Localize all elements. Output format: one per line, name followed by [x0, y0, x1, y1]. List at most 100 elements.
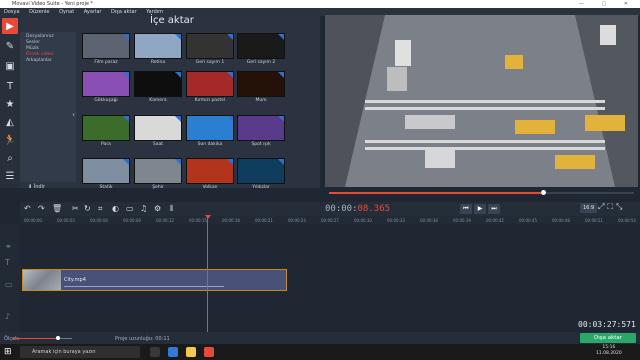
timeline-ruler[interactable]: 00:00:00 00:00:03 00:00:06 00:00:09 00:00:12…	[20, 216, 640, 224]
taskbar-search[interactable]: Aramak için buraya yazın	[20, 346, 140, 358]
undo-icon[interactable]: ↶	[24, 204, 31, 213]
thumbnail-item[interactable]	[237, 115, 285, 141]
transitions-icon[interactable]: ◭	[2, 114, 18, 130]
thumbnail-item[interactable]	[82, 115, 130, 141]
color-adjust-icon[interactable]: ◐	[112, 204, 119, 213]
stickers-icon[interactable]: ★	[2, 96, 18, 112]
explorer-icon[interactable]	[186, 347, 196, 357]
thumbnail-item[interactable]	[186, 71, 234, 97]
menu-file[interactable]: Dosya	[4, 9, 20, 15]
video-track-icon[interactable]: ▭	[5, 280, 13, 289]
add-corner-icon[interactable]	[278, 116, 284, 122]
image-icon[interactable]: ▭	[126, 204, 134, 213]
crop-icon[interactable]: ⌗	[98, 204, 103, 214]
titles-icon[interactable]: T	[2, 78, 18, 94]
taskbar-clock: 15:16 11.08.2020	[596, 345, 622, 357]
add-corner-icon[interactable]	[227, 116, 233, 122]
add-corner-icon[interactable]	[227, 34, 233, 40]
thumbnail-label: Retina	[150, 60, 166, 65]
thumbnail-item[interactable]	[186, 158, 234, 184]
ruler-tick: 00:00:42	[486, 218, 504, 223]
city-preview-image	[325, 15, 638, 187]
thumbnail-item[interactable]	[186, 33, 234, 59]
task-view-icon[interactable]	[150, 347, 160, 357]
ruler-tick: 00:00:24	[288, 218, 306, 223]
rotate-icon[interactable]: ↻	[84, 204, 91, 213]
zoom-fill	[12, 338, 58, 339]
clip-label: City.mp4	[64, 277, 86, 283]
magic-wand-icon[interactable]: ✎	[2, 38, 18, 54]
add-corner-icon[interactable]	[175, 34, 181, 40]
add-corner-icon[interactable]	[175, 116, 181, 122]
add-corner-icon[interactable]	[278, 159, 284, 165]
timecode-main: 00:00:	[325, 204, 358, 214]
thumbnail-item[interactable]	[186, 115, 234, 141]
thumbnail-item[interactable]	[134, 71, 182, 97]
thumbnail-item[interactable]	[237, 158, 285, 184]
add-corner-icon[interactable]	[123, 159, 129, 165]
thumbnail-item[interactable]	[82, 158, 130, 184]
category-item[interactable]: Arkaplanlar	[20, 58, 76, 64]
more-tools-icon[interactable]: ☰	[2, 168, 18, 184]
filters-icon[interactable]: ▣	[2, 58, 18, 74]
add-corner-icon[interactable]	[175, 159, 181, 165]
redo-icon[interactable]: ↷	[38, 204, 45, 213]
playhead[interactable]	[207, 216, 208, 332]
start-icon[interactable]: ⊞	[4, 347, 12, 357]
add-corner-icon[interactable]	[278, 34, 284, 40]
add-corner-icon[interactable]	[175, 72, 181, 78]
thumbnail-item[interactable]	[134, 33, 182, 59]
add-corner-icon[interactable]	[123, 72, 129, 78]
menu-export[interactable]: Dışa aktar	[111, 9, 137, 15]
import-tool-icon[interactable]: ▶	[2, 18, 18, 34]
more-icon[interactable]: ⦀	[170, 204, 174, 214]
import-button[interactable]: ⬇ İndir	[28, 184, 68, 192]
movavi-taskbar-icon[interactable]	[204, 347, 214, 357]
add-corner-icon[interactable]	[227, 72, 233, 78]
add-corner-icon[interactable]	[278, 72, 284, 78]
thumbnail-item[interactable]	[134, 115, 182, 141]
add-corner-icon[interactable]	[227, 159, 233, 165]
fullscreen-icons[interactable]: ⤢⛶⤡	[598, 202, 625, 212]
thumbnail-item[interactable]	[134, 158, 182, 184]
zoom-knob[interactable]	[56, 336, 60, 340]
settings-icon[interactable]: ⚙	[154, 204, 161, 213]
cut-icon[interactable]: ✂	[72, 204, 79, 213]
thumbnail-label: Kamera	[149, 98, 167, 103]
prev-frame-icon[interactable]: ⏮	[460, 204, 472, 214]
zoom-label: Ölçek:	[4, 336, 20, 342]
link-icon[interactable]: ⚭	[5, 242, 12, 251]
edge-icon[interactable]	[168, 347, 178, 357]
thumbnail-label: Yıldızlar	[252, 185, 270, 190]
seek-slider[interactable]	[325, 190, 638, 195]
delete-icon[interactable]: 🗑	[52, 204, 62, 213]
zoom-label-text: Ölçek:	[4, 336, 20, 342]
aspect-ratio-select[interactable]: 16:9	[580, 203, 598, 213]
menu-edit[interactable]: Düzenle	[29, 9, 49, 15]
clip-volume-line[interactable]	[64, 286, 224, 287]
zoom-icon[interactable]: ⌕	[2, 150, 18, 166]
playhead-handle[interactable]	[205, 215, 211, 219]
menu-settings[interactable]: Ayarlar	[84, 9, 102, 15]
ruler-tick: 00:00:39	[453, 218, 471, 223]
thumbnail-item[interactable]	[237, 71, 285, 97]
add-corner-icon[interactable]	[123, 116, 129, 122]
thumbnail-item[interactable]	[82, 71, 130, 97]
mic-icon[interactable]: ♫	[140, 204, 147, 213]
video-preview[interactable]	[325, 15, 638, 187]
motion-icon[interactable]: 🏃	[2, 132, 18, 148]
video-clip[interactable]: City.mp4	[22, 269, 287, 291]
collapse-arrow-icon[interactable]: ‹	[72, 110, 75, 119]
next-frame-icon[interactable]: ⏭	[488, 204, 500, 214]
seek-knob[interactable]	[540, 190, 546, 195]
ruler-tick: 00:00:06	[90, 218, 108, 223]
thumbnail-item[interactable]	[237, 33, 285, 59]
audio-track-icon[interactable]: ♪	[5, 312, 10, 321]
text-track-icon[interactable]: T	[5, 258, 10, 267]
export-button[interactable]: Dışa aktar	[580, 333, 636, 343]
menu-play[interactable]: Oynat	[59, 9, 74, 15]
add-corner-icon[interactable]	[123, 34, 129, 40]
window-controls[interactable]: — ▢ ✕	[579, 0, 636, 8]
thumbnail-item[interactable]	[82, 33, 130, 59]
play-icon[interactable]: ▶	[474, 204, 486, 214]
